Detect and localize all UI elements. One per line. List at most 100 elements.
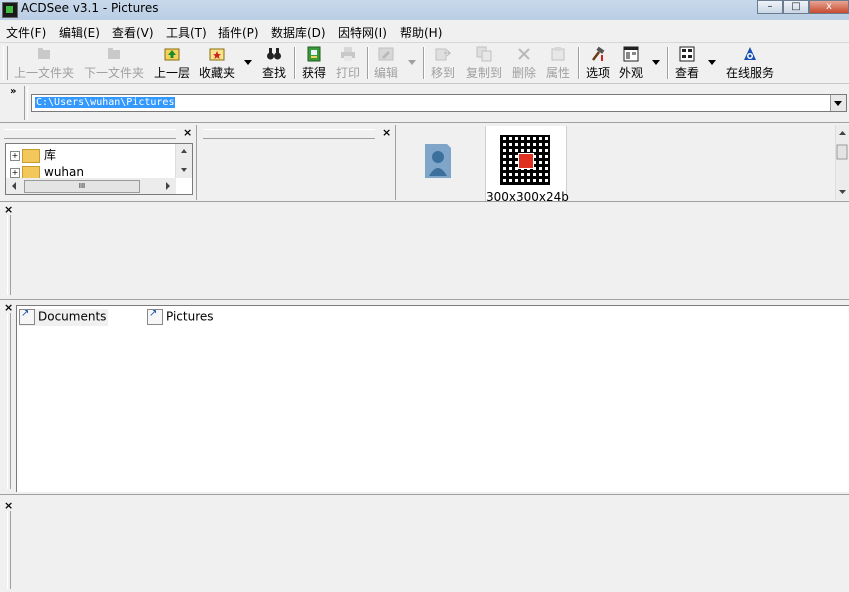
file-item-pictures[interactable]: Pictures	[147, 308, 214, 326]
delete-icon	[518, 48, 530, 60]
menu-bar: 文件(F) 编辑(E) 查看(V) 工具(T) 插件(P) 数据库(D) 因特网…	[0, 20, 849, 43]
tree-item-label: 库	[44, 148, 57, 162]
menu-edit[interactable]: 编辑(E)	[59, 24, 100, 41]
address-grip[interactable]	[24, 86, 28, 120]
scroll-right-icon[interactable]	[160, 178, 176, 194]
bottom-pane: ×	[0, 494, 849, 592]
appearance-dropdown[interactable]	[652, 60, 660, 65]
minimize-button[interactable]: –	[757, 0, 783, 14]
menu-internet[interactable]: 因特网(I)	[338, 24, 387, 41]
find-button[interactable]: 查找	[261, 45, 287, 81]
pane-grip[interactable]	[7, 511, 11, 589]
appearance-label: 外观	[618, 66, 643, 80]
pane-grip[interactable]	[7, 313, 11, 489]
folders-pane-close-button[interactable]: ×	[183, 127, 192, 138]
appearance-button[interactable]: 外观	[618, 45, 644, 81]
hscroll-thumb[interactable]: III	[24, 180, 140, 193]
toolbar: 上一文件夹 下一文件夹 上一层 收藏夹 查找 获得 打印 编辑 移到 复制到 删…	[0, 43, 849, 84]
file-list: Documents Pictures	[16, 305, 849, 492]
prev-folder-label: 上一文件夹	[13, 66, 74, 80]
pane-grip[interactable]	[7, 215, 11, 295]
preview-pane: ×	[197, 125, 396, 200]
properties-pane-close-button[interactable]: ×	[4, 204, 13, 215]
toolbar-separator	[367, 47, 369, 79]
edit-dropdown[interactable]	[408, 60, 416, 65]
edit-label: 编辑	[373, 66, 398, 80]
preview-pane-close-button[interactable]: ×	[382, 127, 391, 138]
thumbnail-scrollbar[interactable]	[835, 125, 849, 200]
maximize-button[interactable]: □	[783, 0, 809, 14]
address-value[interactable]: C:\Users\wuhan\Pictures	[35, 97, 176, 108]
print-button[interactable]: 打印	[335, 45, 361, 81]
binoculars-icon	[267, 48, 281, 60]
properties-button[interactable]: 属性	[545, 45, 571, 81]
appearance-icon	[623, 46, 639, 62]
menu-help[interactable]: 帮助(H)	[400, 24, 442, 41]
delete-button[interactable]: 删除	[511, 45, 537, 81]
edit-icon	[378, 47, 394, 61]
view-icon	[679, 46, 695, 62]
qr-logo-icon	[518, 153, 534, 169]
options-button[interactable]: 选项	[585, 45, 611, 81]
folder-tree-vscrollbar[interactable]	[175, 144, 192, 178]
print-icon	[341, 47, 355, 61]
preview-pane-header[interactable]	[203, 129, 375, 139]
favorites-button[interactable]: 收藏夹	[198, 45, 236, 81]
favorites-icon	[209, 48, 225, 61]
online-service-button[interactable]: 在线服务	[725, 45, 775, 81]
up-level-button[interactable]: 上一层	[153, 45, 191, 81]
file-item-label: Documents	[38, 309, 107, 324]
view-button[interactable]: 查看	[674, 45, 700, 81]
properties-pane: ×	[0, 201, 849, 299]
view-dropdown[interactable]	[708, 60, 716, 65]
copy-to-label: 复制到	[465, 66, 502, 80]
acquire-label: 获得	[301, 66, 326, 80]
find-label: 查找	[261, 66, 286, 80]
folder-up-icon	[38, 48, 50, 59]
folder-tree-hscrollbar[interactable]: III	[6, 178, 176, 194]
window-controls: – □ x	[757, 0, 849, 14]
menu-file[interactable]: 文件(F)	[6, 24, 46, 41]
toolbar-separator	[667, 47, 669, 79]
favorites-dropdown[interactable]	[244, 60, 252, 65]
copy-icon	[476, 46, 492, 62]
expand-icon[interactable]: +	[10, 150, 20, 161]
move-to-button[interactable]: 移到	[430, 45, 456, 81]
thumbnail-strip: 300x300x24b	[396, 125, 849, 204]
image-thumbnail[interactable]: 300x300x24b	[485, 126, 569, 204]
window-title: ACDSee v3.1 - Pictures	[21, 1, 159, 15]
up-level-icon	[164, 48, 180, 61]
bottom-pane-close-button[interactable]: ×	[4, 500, 13, 511]
menu-view[interactable]: 查看(V)	[112, 24, 154, 41]
title-bar: ACDSee v3.1 - Pictures – □ x	[0, 0, 849, 20]
options-icon	[592, 46, 605, 61]
address-dropdown-button[interactable]	[830, 95, 846, 111]
close-button[interactable]: x	[809, 0, 849, 14]
copy-to-button[interactable]: 复制到	[465, 45, 503, 81]
edit-button[interactable]: 编辑	[373, 45, 399, 81]
file-list-pane-close-button[interactable]: ×	[4, 302, 13, 313]
next-folder-button[interactable]: 下一文件夹	[82, 45, 146, 81]
address-chevron[interactable]: »	[10, 86, 16, 97]
menu-tools[interactable]: 工具(T)	[166, 24, 207, 41]
user-folder-thumbnail-icon[interactable]	[421, 140, 457, 180]
scroll-arrows-icon[interactable]	[176, 144, 192, 178]
shortcut-icon	[19, 308, 35, 325]
library-folder-icon	[22, 148, 40, 163]
menu-plugins[interactable]: 插件(P)	[218, 24, 259, 41]
folder-tree[interactable]: + 库 + wuhan III	[5, 143, 193, 195]
options-label: 选项	[585, 66, 610, 80]
scroll-arrows-icon[interactable]	[836, 125, 849, 200]
folders-pane-header[interactable]	[4, 129, 176, 139]
file-item-documents[interactable]: Documents	[19, 308, 109, 326]
toolbar-separator	[423, 47, 425, 79]
expand-icon[interactable]: +	[10, 167, 20, 178]
tree-item-library[interactable]: + 库	[10, 146, 57, 163]
acquire-button[interactable]: 获得	[301, 45, 327, 81]
address-input[interactable]: C:\Users\wuhan\Pictures	[31, 94, 847, 112]
toolbar-grip[interactable]	[3, 46, 8, 80]
menu-database[interactable]: 数据库(D)	[271, 24, 326, 41]
properties-icon	[551, 47, 565, 61]
scroll-left-icon[interactable]	[6, 178, 22, 194]
prev-folder-button[interactable]: 上一文件夹	[13, 45, 75, 81]
